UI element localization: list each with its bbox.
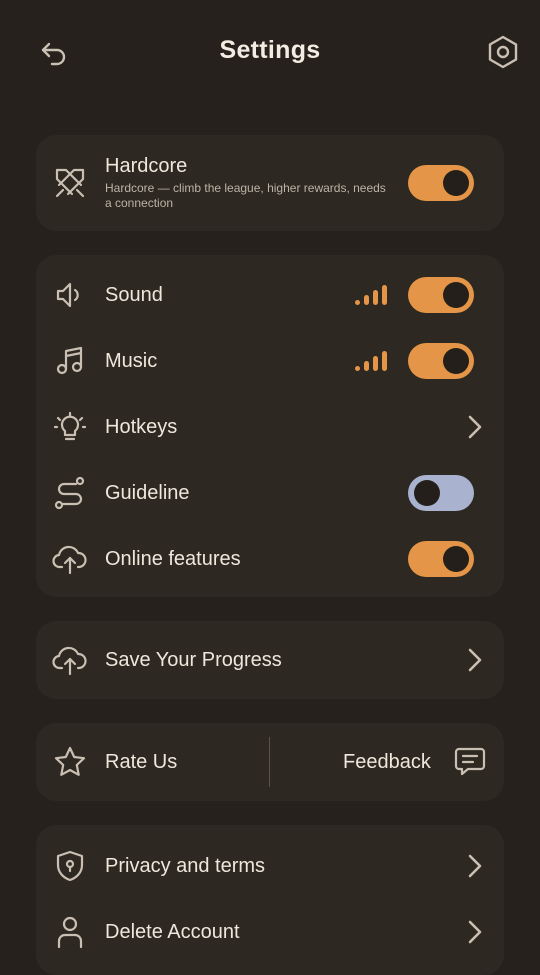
hardcore-toggle[interactable] [408, 165, 474, 201]
cloud-upload-icon [52, 545, 87, 575]
feedback-button[interactable]: Feedback [270, 729, 504, 795]
hotkeys-label: Hotkeys [105, 415, 178, 438]
toggle-knob [443, 282, 469, 308]
shield-lock-icon [56, 850, 84, 882]
gear-button[interactable] [484, 33, 522, 71]
star-icon [54, 746, 86, 776]
guideline-label: Guideline [105, 481, 190, 504]
chevron-right-icon [468, 920, 482, 944]
user-icon [57, 916, 83, 949]
chevron-right-icon [468, 854, 482, 878]
route-icon [54, 476, 85, 510]
toggle-knob [414, 480, 440, 506]
settings-card: Sound Music Hotkeys Guideline Online fea… [36, 255, 504, 597]
rate-us-label: Rate Us [105, 750, 178, 773]
toggle-knob [443, 348, 469, 374]
toggle-knob [443, 170, 469, 196]
music-note-icon [56, 346, 83, 375]
music-toggle[interactable] [408, 343, 474, 379]
crossed-swords-icon [55, 168, 85, 198]
settings-row-hotkeys[interactable]: Hotkeys [36, 394, 504, 460]
music-label: Music [105, 349, 158, 372]
sound-label: Sound [105, 283, 163, 306]
music-volume-meter[interactable] [355, 351, 395, 371]
delete-account-label: Delete Account [105, 920, 240, 943]
save-progress-card[interactable]: Save Your Progress [36, 621, 504, 699]
settings-row-music: Music [36, 328, 504, 394]
hardcore-title: Hardcore [105, 155, 188, 177]
delete-account-row[interactable]: Delete Account [36, 899, 504, 965]
feedback-label: Feedback [343, 750, 431, 773]
sound-toggle[interactable] [408, 277, 474, 313]
privacy-terms-label: Privacy and terms [105, 854, 266, 877]
cloud-upload-icon [52, 646, 87, 676]
chevron-right-icon [468, 415, 482, 439]
page-title: Settings [219, 36, 321, 64]
online-features-toggle[interactable] [408, 541, 474, 577]
save-progress-row[interactable]: Save Your Progress [36, 627, 504, 693]
guideline-toggle[interactable] [408, 475, 474, 511]
rate-feedback-card: Rate Us Feedback [36, 723, 504, 801]
settings-row-guideline: Guideline [36, 460, 504, 526]
hardcore-description: Hardcore — climb the league, higher rewa… [105, 181, 386, 210]
toggle-knob [443, 546, 469, 572]
chevron-right-icon [468, 648, 482, 672]
hardcore-card: Hardcore Hardcore — climb the league, hi… [36, 135, 504, 231]
settings-row-online-features: Online features [36, 526, 504, 592]
gear-icon [488, 35, 518, 69]
settings-row-sound: Sound [36, 262, 504, 328]
speaker-icon [56, 282, 79, 308]
header: Settings [0, 0, 540, 104]
privacy-terms-row[interactable]: Privacy and terms [36, 833, 504, 899]
save-progress-label: Save Your Progress [105, 648, 282, 671]
account-card: Privacy and terms Delete Account [36, 825, 504, 975]
online-features-label: Online features [105, 547, 241, 570]
chat-bubble-icon [454, 747, 486, 776]
sound-volume-meter[interactable] [355, 285, 395, 305]
rate-us-button[interactable]: Rate Us [36, 729, 269, 795]
lightbulb-icon [53, 411, 87, 441]
